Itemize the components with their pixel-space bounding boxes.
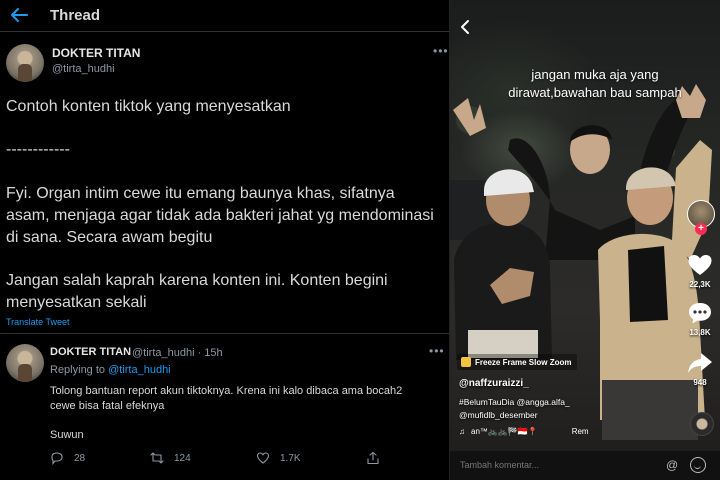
follow-plus-icon[interactable]: +: [695, 223, 707, 235]
video-caption-overlay: jangan muka aja yang dirawat,bawahan bau…: [508, 67, 682, 100]
reply-button[interactable]: 28: [50, 450, 85, 466]
more-icon[interactable]: •••: [429, 344, 445, 358]
author-name[interactable]: DOKTER TITAN: [50, 346, 131, 358]
share-button[interactable]: [366, 450, 380, 466]
video-description[interactable]: #BelumTauDia @angga.alfa_ @mufidlb_desem…: [459, 396, 629, 422]
music-title-right: Rem: [571, 427, 589, 436]
music-disc-icon[interactable]: [690, 412, 714, 436]
retweet-count: 124: [174, 452, 191, 464]
page-title: Thread: [50, 7, 101, 24]
share-count: 948: [693, 378, 707, 387]
translate-tweet-link[interactable]: Translate Tweet: [6, 317, 70, 327]
comment-icon[interactable]: [686, 300, 714, 326]
comment-input[interactable]: Tambah komentar...: [460, 460, 539, 470]
person-back-left-hand: [453, 98, 486, 136]
music-title: an™🚲🚲🏁🇮🇩📍: [471, 427, 538, 436]
reply-text: Tolong bantuan report akun tiktoknya. Kr…: [50, 385, 403, 412]
replying-to: Replying to @tirta_hudhi: [50, 364, 171, 376]
music-ticker[interactable]: ♫ an™🚲🚲🏁🇮🇩📍 Rem: [459, 427, 589, 436]
more-icon[interactable]: •••: [433, 44, 449, 58]
share-arrow-icon[interactable]: [686, 350, 714, 376]
effect-label: Freeze Frame Slow Zoom: [475, 357, 572, 367]
music-note-icon: ♫: [459, 427, 465, 436]
tweet-text-separator: ------------: [6, 141, 70, 158]
retweet-icon: [150, 452, 164, 464]
thread-header: Thread: [0, 0, 449, 32]
like-count: 22,3K: [689, 280, 711, 289]
reply-closing: Suwun: [50, 429, 84, 441]
replying-handle-link[interactable]: @tirta_hudhi: [108, 364, 171, 376]
heart-icon[interactable]: [686, 252, 714, 278]
tiktok-video-panel[interactable]: jangan muka aja yang dirawat,bawahan bau…: [450, 0, 720, 480]
author-handle[interactable]: @tirta_hudhi: [52, 63, 115, 75]
divider: [0, 333, 449, 334]
retweet-button[interactable]: 124: [150, 450, 191, 466]
like-button[interactable]: 1.7K: [256, 450, 301, 466]
tweet-text-paragraph: Fyi. Organ intim cewe itu emang baunya k…: [6, 185, 434, 246]
like-count: 1.7K: [280, 452, 301, 464]
back-chevron-icon[interactable]: [459, 19, 471, 35]
reply-icon: [51, 452, 63, 465]
effect-chip[interactable]: Freeze Frame Slow Zoom: [457, 354, 578, 370]
tweet-text-paragraph: Jangan salah kaprah karena konten ini. K…: [6, 272, 388, 311]
emoji-icon[interactable]: [690, 457, 706, 473]
twitter-thread-panel: Thread DOKTER TITAN @tirta_hudhi ••• Con…: [0, 0, 449, 480]
video-username[interactable]: @naffzuraizzi_: [459, 378, 529, 389]
effect-icon: [461, 357, 471, 367]
reply-count: 28: [74, 452, 86, 464]
tweet-text-line: Contoh konten tiktok yang menyesatkan: [6, 98, 291, 115]
author-name[interactable]: DOKTER TITAN: [52, 46, 140, 60]
person-right-shirt: [628, 246, 668, 322]
author-handle-time[interactable]: @tirta_hudhi · 15h: [132, 347, 223, 359]
replying-prefix: Replying to: [50, 364, 109, 376]
comment-count: 13,8K: [689, 328, 711, 337]
person-left-cap: [484, 169, 534, 196]
avatar[interactable]: [6, 44, 44, 82]
comment-bar[interactable]: Tambah komentar... @: [450, 450, 720, 480]
avatar[interactable]: [6, 344, 44, 382]
heart-icon: [256, 452, 270, 464]
mention-icon[interactable]: @: [666, 458, 678, 472]
share-icon: [367, 451, 379, 465]
back-arrow-icon[interactable]: [10, 7, 28, 23]
